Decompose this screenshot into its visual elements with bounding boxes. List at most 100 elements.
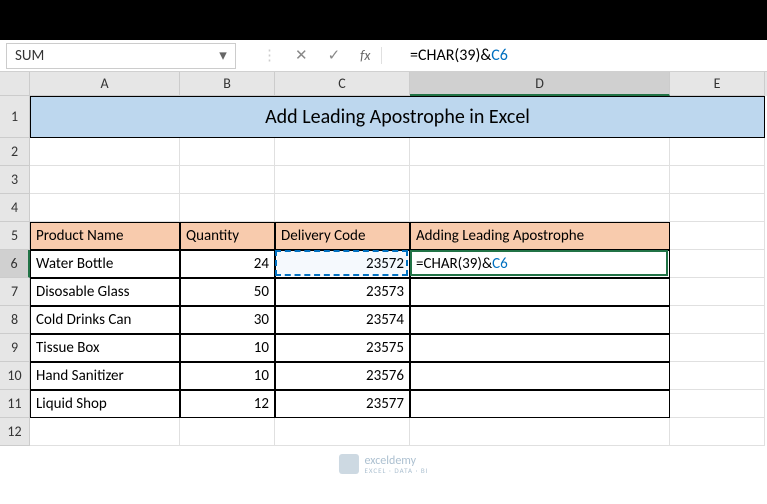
cell[interactable] (670, 250, 765, 278)
cancel-icon[interactable]: ✕ (295, 46, 308, 65)
cell[interactable] (275, 418, 410, 446)
cell-text: 23574 (366, 311, 404, 329)
cell-text: Liquid Shop (36, 395, 107, 413)
cell-text: 23576 (366, 367, 404, 385)
cell[interactable] (670, 222, 765, 250)
cell-text: 50 (254, 283, 269, 301)
cell[interactable] (275, 138, 410, 166)
cells-area[interactable]: Add Leading Apostrophe in Excel Product N… (30, 96, 767, 504)
result-cell[interactable] (410, 334, 670, 362)
product-cell[interactable]: Cold Drinks Can (30, 306, 180, 334)
header-cell[interactable]: Adding Leading Apostrophe (410, 222, 670, 250)
col-header-D[interactable]: D (410, 72, 670, 96)
col-header-B[interactable]: B (180, 72, 275, 96)
cell[interactable] (670, 362, 765, 390)
product-cell[interactable]: Hand Sanitizer (30, 362, 180, 390)
row-header-5[interactable]: 5 (0, 222, 30, 250)
formula-ref: C6 (491, 46, 508, 65)
cell[interactable] (180, 166, 275, 194)
product-cell[interactable]: Water Bottle (30, 250, 180, 278)
formula-bar: SUM ▾ ⋮ ✕ ✓ fx =CHAR(39)&C6 (0, 40, 767, 72)
result-cell[interactable] (410, 390, 670, 418)
formula-bar-buttons: ⋮ ✕ ✓ fx (242, 46, 402, 65)
cell[interactable] (670, 138, 765, 166)
cell[interactable] (670, 418, 765, 446)
code-cell[interactable]: 23576 (275, 362, 410, 390)
column-headers: ABCDE (30, 72, 767, 96)
header-cell[interactable]: Delivery Code (275, 222, 410, 250)
cell[interactable] (670, 278, 765, 306)
cell[interactable] (410, 194, 670, 222)
cell[interactable] (410, 418, 670, 446)
col-header-A[interactable]: A (30, 72, 180, 96)
result-cell[interactable] (410, 278, 670, 306)
qty-cell[interactable]: 10 (180, 334, 275, 362)
row-header-6[interactable]: 6 (0, 250, 30, 278)
qty-cell[interactable]: 24 (180, 250, 275, 278)
cell[interactable] (180, 194, 275, 222)
chevron-down-icon[interactable]: ▾ (215, 48, 231, 64)
col-header-E[interactable]: E (670, 72, 765, 96)
cell-text: Hand Sanitizer (36, 367, 124, 385)
formula-text: =CHAR(39)& (410, 46, 491, 65)
col-header-C[interactable]: C (275, 72, 410, 96)
qty-cell[interactable]: 12 (180, 390, 275, 418)
cell-formula: =CHAR(39)&C6 (416, 255, 508, 273)
qty-cell[interactable]: 30 (180, 306, 275, 334)
fx-icon[interactable]: fx (360, 47, 381, 64)
row-header-10[interactable]: 10 (0, 362, 30, 390)
row-header-7[interactable]: 7 (0, 278, 30, 306)
row-header-2[interactable]: 2 (0, 138, 30, 166)
separator-icon: ⋮ (262, 46, 275, 65)
code-cell[interactable]: 23574 (275, 306, 410, 334)
row-header-11[interactable]: 11 (0, 390, 30, 418)
code-cell[interactable]: 23573 (275, 278, 410, 306)
title-cell[interactable]: Add Leading Apostrophe in Excel (30, 96, 765, 138)
cell-text: Cold Drinks Can (36, 311, 131, 329)
cell[interactable] (275, 166, 410, 194)
formula-input[interactable]: =CHAR(39)&C6 (402, 46, 767, 65)
cell[interactable] (410, 138, 670, 166)
cell-text: Tissue Box (36, 339, 100, 357)
code-cell[interactable]: 23577 (275, 390, 410, 418)
cell[interactable] (670, 166, 765, 194)
row-header-12[interactable]: 12 (0, 418, 30, 446)
code-cell[interactable]: 23575 (275, 334, 410, 362)
product-cell[interactable]: Tissue Box (30, 334, 180, 362)
row-header-3[interactable]: 3 (0, 166, 30, 194)
result-cell[interactable] (410, 362, 670, 390)
cell[interactable] (670, 194, 765, 222)
header-text: Product Name (36, 227, 123, 245)
cell-text: 30 (254, 311, 269, 329)
product-cell[interactable]: Disosable Glass (30, 278, 180, 306)
enter-icon[interactable]: ✓ (328, 46, 341, 65)
cell[interactable] (30, 138, 180, 166)
name-box[interactable]: SUM ▾ (6, 43, 236, 69)
row-header-4[interactable]: 4 (0, 194, 30, 222)
cell[interactable] (275, 194, 410, 222)
cell[interactable] (410, 166, 670, 194)
result-cell[interactable] (410, 306, 670, 334)
product-cell[interactable]: Liquid Shop (30, 390, 180, 418)
cell[interactable] (180, 418, 275, 446)
row-header-8[interactable]: 8 (0, 306, 30, 334)
cell[interactable] (30, 418, 180, 446)
cell[interactable] (180, 138, 275, 166)
editing-cell[interactable]: =CHAR(39)&C6 (410, 250, 670, 278)
cell[interactable] (670, 306, 765, 334)
cell-text: 23573 (366, 283, 404, 301)
grid-area: ABCDE 123456789101112 Add Leading Apostr… (0, 72, 767, 504)
cell[interactable] (30, 166, 180, 194)
header-cell[interactable]: Product Name (30, 222, 180, 250)
code-cell[interactable]: 23572 (275, 250, 410, 278)
cell[interactable] (30, 194, 180, 222)
qty-cell[interactable]: 50 (180, 278, 275, 306)
row-header-9[interactable]: 9 (0, 334, 30, 362)
select-all-corner[interactable] (0, 72, 30, 96)
qty-cell[interactable]: 10 (180, 362, 275, 390)
row-header-1[interactable]: 1 (0, 96, 30, 138)
cell-text: 10 (254, 367, 269, 385)
cell[interactable] (670, 334, 765, 362)
cell[interactable] (670, 390, 765, 418)
header-cell[interactable]: Quantity (180, 222, 275, 250)
